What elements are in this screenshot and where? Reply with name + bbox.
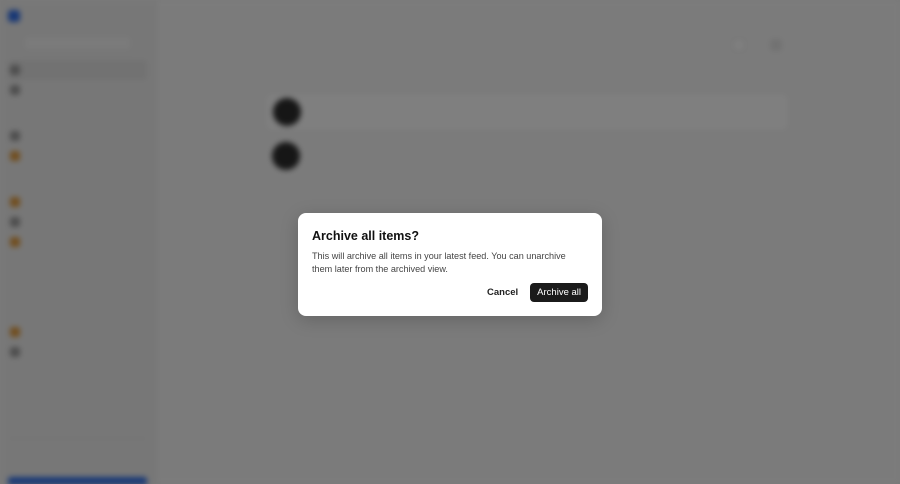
archive-all-button[interactable]: Archive all — [530, 283, 588, 302]
dialog-message: This will archive all items in your late… — [312, 251, 566, 274]
dialog-title: Archive all items? — [312, 229, 419, 243]
cancel-button[interactable]: Cancel — [485, 283, 520, 302]
archive-all-dialog: Archive all items? This will archive all… — [298, 213, 602, 316]
dialog-actions: Cancel Archive all — [485, 283, 588, 302]
